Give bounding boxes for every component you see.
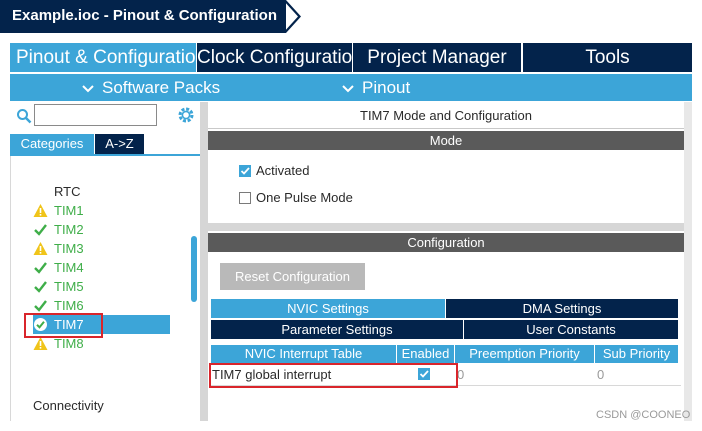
tab-clock-configuration[interactable]: Clock Configuration [197,43,352,72]
tab-nvic-settings[interactable]: NVIC Settings [211,299,445,318]
column-header-preemption-priority[interactable]: Preemption Priority [455,345,594,363]
tree-item-label: TIM1 [54,203,84,218]
title-bar: Example.ioc - Pinout & Configuration [0,0,702,33]
software-packs-menu[interactable]: Software Packs [82,74,220,101]
tree-item-label: TIM4 [54,260,84,275]
tab-project-manager[interactable]: Project Manager [353,43,521,72]
tab-a-to-z[interactable]: A->Z [95,134,144,154]
one-pulse-mode-checkbox[interactable] [239,192,251,204]
column-header-nvic-table[interactable]: NVIC Interrupt Table [211,345,396,363]
tree-item-label: TIM5 [54,279,84,294]
highlight-box-tim7 [24,313,103,338]
check-icon [34,300,47,312]
check-icon [34,262,47,274]
right-panel-scrollbar[interactable] [684,102,692,421]
warning-icon [33,204,48,217]
highlight-box-interrupt-row [209,363,458,388]
panel-divider[interactable] [200,102,208,421]
column-header-enabled[interactable]: Enabled [397,345,454,363]
tree-scrollbar-thumb[interactable] [191,236,197,302]
sub-menu-bar: Software Packs Pinout [10,74,692,101]
tab-parameter-settings[interactable]: Parameter Settings [211,320,463,339]
window-title: Example.ioc - Pinout & Configuration [12,7,278,24]
title-divider [208,128,684,129]
tab-user-constants[interactable]: User Constants [464,320,678,339]
panel-title: TIM7 Mode and Configuration [360,108,532,123]
software-packs-label: Software Packs [102,78,221,97]
main-tab-bar: Pinout & Configuration Clock Configurati… [0,43,702,72]
chevron-down-icon [82,84,94,92]
preemption-priority-cell[interactable]: 0 [457,364,464,385]
activated-label: Activated [256,163,310,178]
gear-icon[interactable] [176,105,196,125]
pinout-label: Pinout [362,78,411,97]
sub-priority-cell[interactable]: 0 [597,364,604,385]
search-input[interactable] [34,104,157,126]
tab-dma-settings[interactable]: DMA Settings [446,299,678,318]
warning-icon [33,242,48,255]
categories-panel: Categories A->Z RTC TIM1 TIM2 TIM3 TIM4 … [10,102,200,421]
breadcrumb-chevron-icon [283,0,301,33]
search-icon[interactable] [16,108,32,124]
section-separator [208,223,684,231]
peripheral-tree: RTC TIM1 TIM2 TIM3 TIM4 TIM5 TIM6 TIM7 T… [10,156,190,421]
reset-configuration-button[interactable]: Reset Configuration [220,263,365,290]
warning-icon [33,337,48,350]
watermark: CSDN @COONEO [596,409,691,421]
column-header-sub-priority[interactable]: Sub Priority [595,345,678,363]
window-title-tab: Example.ioc - Pinout & Configuration [0,0,286,33]
one-pulse-mode-label: One Pulse Mode [256,190,353,205]
mode-section-header: Mode [208,131,684,150]
tree-item-label: TIM3 [54,241,84,256]
tab-pinout-configuration[interactable]: Pinout & Configuration [10,43,196,72]
activated-checkbox[interactable] [239,165,251,177]
tab-categories[interactable]: Categories [10,134,94,154]
checkmark-icon [240,167,250,175]
check-icon [34,224,47,236]
pinout-menu[interactable]: Pinout [342,74,410,101]
check-icon [34,281,47,293]
configuration-section-header: Configuration [208,233,684,252]
tree-item-label: RTC [54,184,81,199]
chevron-down-icon [342,84,354,92]
category-connectivity[interactable]: Connectivity [33,398,104,413]
tree-item-label: TIM2 [54,222,84,237]
tab-tools[interactable]: Tools [523,43,692,72]
